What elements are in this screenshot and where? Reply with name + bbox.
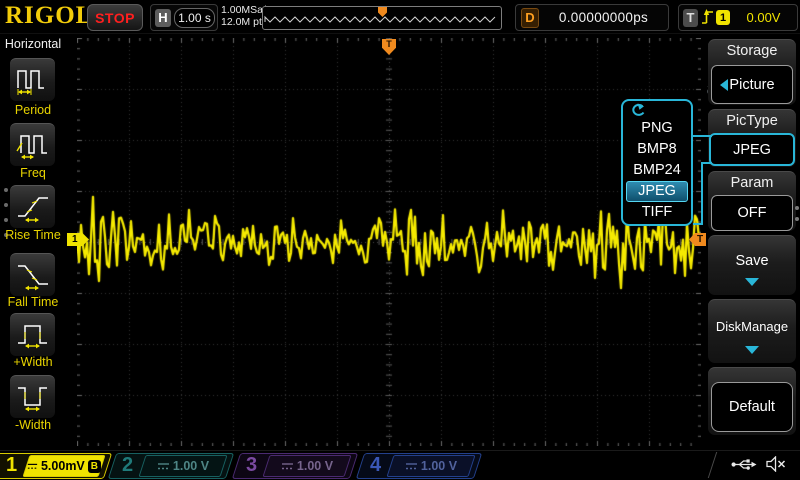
freq-icon — [15, 129, 51, 161]
minus-width-icon — [15, 381, 51, 413]
picture-label: Picture — [729, 77, 774, 93]
delay-badge: D — [521, 8, 539, 28]
bandwidth-limit-badge: B — [88, 460, 101, 473]
default-label: Default — [729, 399, 775, 415]
scroll-dot — [4, 188, 8, 192]
pictype-popup: PNG BMP8 BMP24 JPEG TIFF — [621, 99, 693, 226]
popup-item-jpeg[interactable]: JPEG — [626, 181, 688, 202]
pictype-options: PNG BMP8 BMP24 JPEG TIFF — [623, 118, 691, 223]
popup-item-bmp24[interactable]: BMP24 — [623, 160, 691, 181]
channel-1-tab[interactable]: 1 5.00mV B — [0, 453, 108, 479]
scroll-dot — [4, 218, 8, 222]
diskmanage-block[interactable]: DiskManage — [708, 299, 796, 363]
trigger-badge: T — [683, 9, 698, 27]
fall-time-label: Fall Time — [0, 295, 66, 309]
down-arrow-icon — [745, 278, 759, 286]
memory-waveform-strip — [262, 6, 502, 30]
param-button[interactable]: OFF — [711, 195, 793, 231]
storage-block: Storage Picture — [708, 39, 796, 105]
rigol-logo: RIGOL — [5, 2, 93, 30]
plus-width-button[interactable] — [10, 313, 55, 356]
default-button[interactable]: Default — [711, 382, 793, 432]
trigger-box: T 1 0.00V — [678, 4, 798, 31]
h-badge: H — [155, 9, 171, 27]
rotate-knob-icon — [628, 103, 648, 118]
dc-coupling-icon — [405, 462, 418, 471]
speaker-muted-icon — [765, 456, 786, 472]
period-button[interactable] — [10, 58, 55, 101]
run-state-badge[interactable]: STOP — [87, 4, 143, 31]
rise-time-button[interactable] — [10, 185, 55, 228]
minus-width-label: -Width — [0, 418, 66, 432]
channel-3-number: 3 — [246, 454, 257, 477]
left-arrow-icon — [720, 79, 728, 91]
period-label: Period — [0, 103, 66, 117]
freq-label: Freq — [0, 166, 66, 180]
channel-4-number: 4 — [370, 454, 381, 477]
dc-coupling-icon — [157, 462, 170, 471]
top-status-bar: RIGOL STOP H 1.00 s 1.00MSa/s 12.0M pts … — [0, 0, 800, 34]
delay-box: D 0.00000000ps — [515, 4, 669, 31]
rise-time-icon — [15, 191, 51, 223]
channel-4-tab[interactable]: 4 1.00 V — [360, 453, 478, 479]
param-header: Param — [708, 172, 796, 191]
fall-time-button[interactable] — [10, 253, 55, 296]
left-menu-title: Horizontal — [0, 37, 66, 51]
horizontal-timebase-box: H 1.00 s — [150, 4, 218, 31]
channel-1-scale: 5.00mV — [41, 459, 85, 473]
param-block: Param OFF — [708, 171, 796, 231]
trigger-position-label: T — [386, 39, 392, 49]
picture-button[interactable]: Picture — [711, 65, 793, 104]
plus-width-label: +Width — [0, 355, 66, 369]
freq-button[interactable] — [10, 123, 55, 166]
timebase-value: 1.00 s — [174, 8, 215, 28]
pictype-value: JPEG — [733, 142, 771, 158]
left-measure-menu: Horizontal Period Freq — [0, 33, 66, 450]
dc-coupling-icon — [27, 462, 38, 471]
pictype-button[interactable]: JPEG — [709, 133, 795, 166]
plus-width-icon — [15, 319, 51, 351]
save-block[interactable]: Save — [708, 235, 796, 295]
period-icon — [15, 64, 51, 96]
oscilloscope-screen: RIGOL STOP H 1.00 s 1.00MSa/s 12.0M pts … — [0, 0, 800, 480]
page-dot — [795, 217, 799, 221]
statusbar-divider — [708, 452, 717, 478]
storage-title: Storage — [708, 40, 796, 59]
minus-width-button[interactable] — [10, 375, 55, 418]
param-value: OFF — [738, 205, 767, 221]
popup-item-png[interactable]: PNG — [623, 118, 691, 139]
popup-item-bmp8[interactable]: BMP8 — [623, 139, 691, 160]
rise-time-label: Rise Time — [0, 228, 66, 242]
pictype-block: PicType JPEG — [708, 109, 796, 167]
fall-time-icon — [15, 259, 51, 291]
save-label: Save — [708, 253, 796, 269]
page-dot — [795, 206, 799, 210]
popup-item-tiff[interactable]: TIFF — [623, 202, 691, 223]
storage-menu: Storage Storage Picture PicType JPEG Par… — [706, 34, 800, 450]
diskmanage-label: DiskManage — [708, 319, 796, 334]
channel-2-tab[interactable]: 2 1.00 V — [112, 453, 230, 479]
delay-value: 0.00000000ps — [539, 10, 668, 25]
usb-icon — [731, 458, 757, 471]
scroll-dot — [4, 203, 8, 207]
channel-3-tab[interactable]: 3 1.00 V — [236, 453, 354, 479]
pictype-header: PicType — [708, 110, 796, 129]
channel-status-bar: 1 5.00mV B 2 — [0, 450, 800, 480]
default-block: Default — [708, 367, 796, 435]
trigger-source-badge: 1 — [716, 10, 730, 25]
channel-4-scale: 1.00 V — [421, 459, 457, 473]
down-arrow-icon — [745, 346, 759, 354]
channel-3-scale: 1.00 V — [297, 459, 333, 473]
channel-2-scale: 1.00 V — [173, 459, 209, 473]
waveform-display — [77, 38, 701, 446]
channel-2-number: 2 — [122, 454, 133, 477]
trigger-level-value: 0.00V — [730, 10, 797, 25]
edge-trigger-icon — [701, 8, 714, 28]
channel-1-number: 1 — [6, 454, 17, 477]
dc-coupling-icon — [281, 462, 294, 471]
